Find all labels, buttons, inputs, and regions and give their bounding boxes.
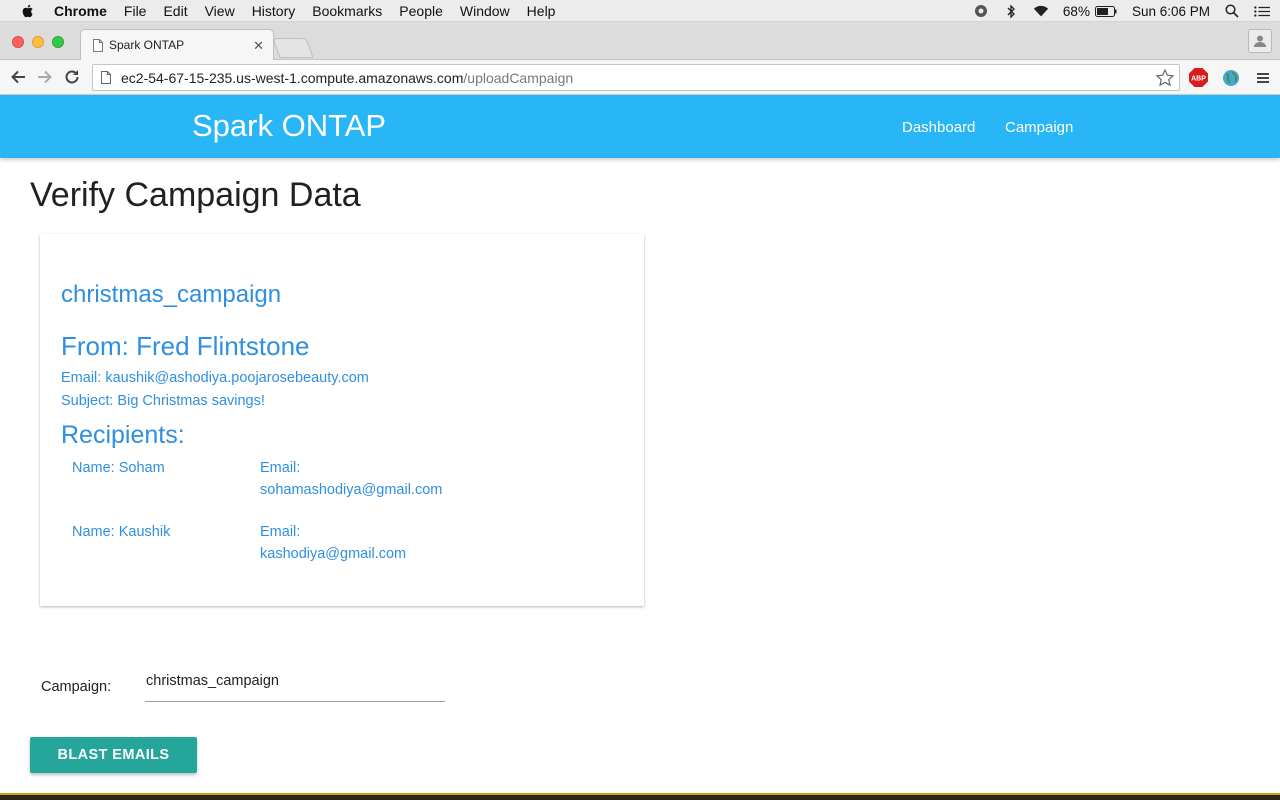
forward-arrow-icon[interactable] <box>35 67 55 87</box>
wifi-icon[interactable] <box>1033 3 1049 19</box>
battery-icon[interactable] <box>1094 3 1118 19</box>
page-title: Verify Campaign Data <box>30 176 361 214</box>
menu-chrome[interactable]: Chrome <box>54 3 107 19</box>
recipient-name: Name: Soham <box>72 460 165 476</box>
menu-bookmarks[interactable]: Bookmarks <box>312 3 382 19</box>
tab-close-icon[interactable]: ✕ <box>253 38 264 54</box>
apple-logo-icon[interactable] <box>20 3 36 19</box>
battery-percent: 68% <box>1062 3 1090 19</box>
tab-title: Spark ONTAP <box>109 38 185 52</box>
url-host: ec2-54-67-15-235.us-west-1.compute.amazo… <box>121 69 464 86</box>
menu-window[interactable]: Window <box>460 3 510 19</box>
menu-help[interactable]: Help <box>527 3 556 19</box>
browser-toolbar: ec2-54-67-15-235.us-west-1.compute.amazo… <box>0 60 1280 95</box>
globe-extension-icon[interactable] <box>1220 67 1241 88</box>
recipient-email-label: Email: <box>260 460 301 476</box>
browser-tab-active[interactable]: Spark ONTAP ✕ <box>80 29 274 60</box>
menubar-clock[interactable]: Sun 6:06 PM <box>1132 4 1210 19</box>
nav-link-campaign[interactable]: Campaign <box>1005 119 1073 136</box>
menubar-status-area: 68% Sun 6:06 PM <box>973 0 1280 22</box>
recipient-email: kashodiya@gmail.com <box>260 546 407 562</box>
reload-icon[interactable] <box>62 67 82 87</box>
browser-tab-strip: Spark ONTAP ✕ <box>0 22 1280 60</box>
url-path: /uploadCampaign <box>463 69 574 86</box>
page-info-icon[interactable] <box>101 71 111 84</box>
menu-edit[interactable]: Edit <box>163 3 187 19</box>
adblock-plus-icon[interactable]: ABP <box>1188 67 1209 88</box>
window-zoom-button[interactable] <box>52 36 64 48</box>
campaign-input[interactable] <box>145 666 445 702</box>
macos-menubar: Chrome File Edit View History Bookmarks … <box>0 0 1280 22</box>
app-navbar: Spark ONTAP Dashboard Campaign <box>0 95 1280 158</box>
new-tab-button[interactable] <box>272 38 314 58</box>
window-close-button[interactable] <box>12 36 24 48</box>
nav-link-dashboard[interactable]: Dashboard <box>902 119 975 136</box>
back-arrow-icon[interactable] <box>8 67 28 87</box>
brand-logo[interactable]: Spark ONTAP <box>192 108 386 144</box>
menu-history[interactable]: History <box>252 3 296 19</box>
email-subject: Subject: Big Christmas savings! <box>61 393 265 409</box>
chrome-menu-icon[interactable] <box>1252 67 1273 88</box>
recipient-email: sohamashodiya@gmail.com <box>260 482 443 498</box>
recipient-name: Name: Kaushik <box>72 524 171 540</box>
sender-email: Email: kaushik@ashodiya.poojarosebeauty.… <box>61 370 369 386</box>
recipient-email-label: Email: <box>260 524 301 540</box>
bookmark-star-icon[interactable] <box>1155 68 1175 88</box>
profile-icon[interactable] <box>1248 29 1272 53</box>
adblock-label: ABP <box>1191 76 1206 83</box>
menu-people[interactable]: People <box>399 3 443 19</box>
sync-icon[interactable] <box>973 3 989 19</box>
desktop-background-strip <box>0 793 1280 800</box>
bluetooth-icon[interactable] <box>1003 3 1019 19</box>
notification-center-icon[interactable] <box>1254 3 1270 19</box>
menu-view[interactable]: View <box>205 3 235 19</box>
sender-heading: From: Fred Flintstone <box>61 331 310 361</box>
blast-emails-button[interactable]: BLAST EMAILS <box>30 737 197 773</box>
recipients-heading: Recipients: <box>61 421 185 449</box>
campaign-name: christmas_campaign <box>61 281 282 308</box>
menu-file[interactable]: File <box>124 3 147 19</box>
window-minimize-button[interactable] <box>32 36 44 48</box>
spotlight-search-icon[interactable] <box>1224 3 1240 19</box>
address-bar[interactable]: ec2-54-67-15-235.us-west-1.compute.amazo… <box>92 64 1180 91</box>
page-icon <box>93 38 103 52</box>
campaign-field-label: Campaign: <box>41 679 112 695</box>
campaign-summary-card: christmas_campaign From: Fred Flintstone… <box>40 234 644 606</box>
